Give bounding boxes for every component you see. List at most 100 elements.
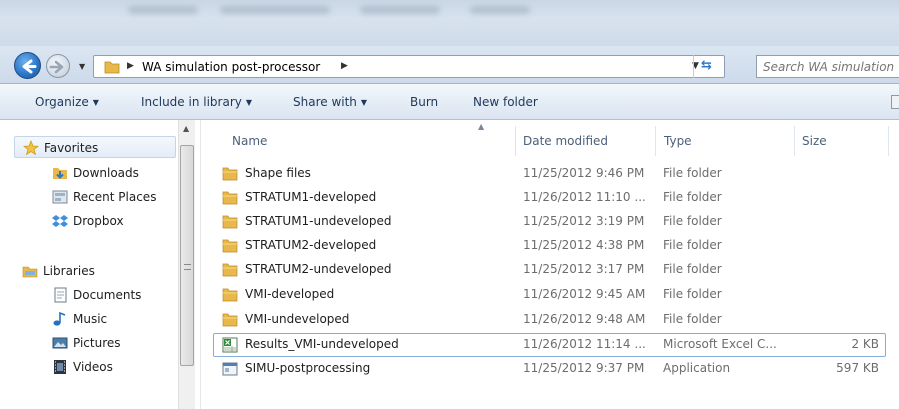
nav-item-documents[interactable]: Documents [0, 284, 178, 306]
column-separator[interactable] [888, 126, 889, 156]
command-bar: Organize ▼ Include in library ▼ Share with… [0, 84, 899, 120]
address-row: ▼ ▶ WA simulation post-processor ▶ ▼ ⇆ [0, 46, 899, 84]
nav-item-music[interactable]: Music [0, 308, 178, 330]
dropbox-icon [52, 215, 68, 227]
forward-button[interactable] [46, 54, 70, 78]
title-bar-blur [220, 6, 330, 14]
new-folder-button[interactable]: New folder [473, 95, 538, 109]
nav-favorites-label: Favorites [44, 141, 99, 155]
file-type: File folder [663, 312, 722, 326]
file-row[interactable]: SIMU-postprocessing 11/25/2012 9:37 PM A… [213, 357, 886, 381]
downloads-icon [53, 168, 67, 179]
grip-icon [184, 264, 191, 270]
application-icon [222, 362, 238, 376]
file-type: File folder [663, 190, 722, 204]
window-title-bar [0, 0, 899, 46]
file-row[interactable]: VMI-developed 11/26/2012 9:45 AM File fo… [213, 283, 886, 307]
file-type: File folder [663, 214, 722, 228]
file-name: STRATUM2-developed [245, 238, 377, 252]
column-header-type[interactable]: Type [664, 134, 692, 148]
back-button[interactable] [14, 52, 41, 79]
forward-arrow-icon [49, 60, 64, 74]
file-date-modified: 11/25/2012 9:37 PM [523, 361, 645, 375]
nav-item-label: Recent Places [73, 190, 157, 204]
breadcrumb-separator-icon[interactable]: ▶ [127, 61, 134, 71]
refresh-button[interactable]: ⇆ [693, 55, 723, 78]
nav-item-label: Downloads [73, 166, 139, 180]
nav-item-downloads[interactable]: Downloads [0, 162, 178, 184]
file-date-modified: 11/25/2012 9:46 PM [523, 166, 645, 180]
file-date-modified: 11/25/2012 3:17 PM [523, 262, 645, 276]
videos-icon [54, 360, 66, 374]
recent-pages-dropdown[interactable]: ▼ [79, 62, 85, 71]
nav-item-videos[interactable]: Videos [0, 356, 178, 378]
column-separator[interactable] [515, 126, 516, 156]
folder-icon [222, 191, 238, 205]
nav-favorites[interactable]: Favorites [14, 136, 176, 158]
file-date-modified: 11/26/2012 11:10 ... [523, 190, 646, 204]
file-row[interactable]: STRATUM1-undeveloped 11/25/2012 3:19 PM … [213, 210, 886, 234]
nav-item-dropbox[interactable]: Dropbox [0, 210, 178, 232]
folder-icon [222, 313, 238, 327]
column-header-size[interactable]: Size [802, 134, 827, 148]
file-date-modified: 11/25/2012 3:19 PM [523, 214, 645, 228]
file-row[interactable]: STRATUM2-undeveloped 11/25/2012 3:17 PM … [213, 258, 886, 282]
column-header-date-modified[interactable]: Date modified [523, 134, 608, 148]
nav-item-recent-places[interactable]: Recent Places [0, 186, 178, 208]
folder-icon [222, 215, 238, 229]
refresh-icon: ⇆ [701, 58, 712, 73]
file-type: File folder [663, 166, 722, 180]
file-row[interactable]: VMI-undeveloped 11/26/2012 9:48 AM File … [213, 308, 886, 332]
file-date-modified: 11/26/2012 9:48 AM [523, 312, 646, 326]
nav-libraries-label: Libraries [43, 264, 95, 278]
nav-libraries[interactable]: Libraries [14, 260, 178, 282]
nav-item-label: Pictures [73, 336, 121, 350]
nav-item-label: Videos [73, 360, 113, 374]
file-row[interactable]: STRATUM1-developed 11/26/2012 11:10 ... … [213, 186, 886, 210]
address-bar[interactable]: ▶ WA simulation post-processor ▶ ▼ [93, 55, 725, 78]
file-date-modified: 11/25/2012 4:38 PM [523, 238, 645, 252]
scrollbar-thumb[interactable] [180, 145, 194, 366]
title-bar-blur [360, 6, 440, 14]
nav-pane-scrollbar[interactable]: ▲ [178, 120, 195, 409]
documents-icon [54, 287, 67, 303]
breadcrumb-chevron-icon[interactable]: ▶ [341, 61, 348, 71]
file-name: STRATUM1-developed [245, 190, 377, 204]
column-separator[interactable] [655, 126, 656, 156]
title-bar-blur [128, 6, 198, 14]
include-in-library-menu[interactable]: Include in library ▼ [141, 95, 252, 109]
column-separator[interactable] [794, 126, 795, 156]
folder-icon [222, 239, 238, 253]
column-header-name[interactable]: Name [232, 134, 267, 148]
pane-divider[interactable] [200, 120, 201, 409]
nav-item-label: Music [73, 312, 108, 326]
chevron-down-icon: ▼ [92, 98, 99, 107]
nav-item-pictures[interactable]: Pictures [0, 332, 178, 354]
share-with-label: Share with [293, 95, 357, 109]
organize-label: Organize [35, 95, 89, 109]
nav-item-label: Dropbox [73, 214, 124, 228]
file-name: SIMU-postprocessing [245, 361, 371, 375]
file-name: VMI-developed [245, 287, 335, 301]
share-with-menu[interactable]: Share with ▼ [293, 95, 367, 109]
organize-menu[interactable]: Organize ▼ [35, 95, 99, 109]
burn-button[interactable]: Burn [410, 95, 438, 109]
file-row[interactable]: Shape files 11/25/2012 9:46 PM File fold… [213, 162, 886, 186]
search-box[interactable] [756, 55, 899, 78]
chevron-down-icon: ▼ [245, 98, 253, 107]
pictures-icon [52, 337, 68, 349]
file-type: File folder [663, 262, 722, 276]
star-icon [23, 140, 39, 156]
breadcrumb-current-folder[interactable]: WA simulation post-processor [142, 60, 320, 74]
folder-icon [222, 263, 238, 277]
file-name: VMI-undeveloped [245, 312, 350, 326]
file-row[interactable]: STRATUM2-developed 11/25/2012 4:38 PM Fi… [213, 234, 886, 258]
include-in-library-label: Include in library [141, 95, 242, 109]
music-icon [53, 311, 66, 326]
view-options-button[interactable] [891, 95, 899, 109]
search-input[interactable] [757, 56, 897, 77]
file-name: STRATUM2-undeveloped [245, 262, 392, 276]
file-type: File folder [663, 287, 722, 301]
file-row-selected[interactable]: Results_VMI-undeveloped 11/26/2012 11:14… [213, 333, 886, 357]
scroll-up-icon[interactable]: ▲ [183, 124, 189, 133]
